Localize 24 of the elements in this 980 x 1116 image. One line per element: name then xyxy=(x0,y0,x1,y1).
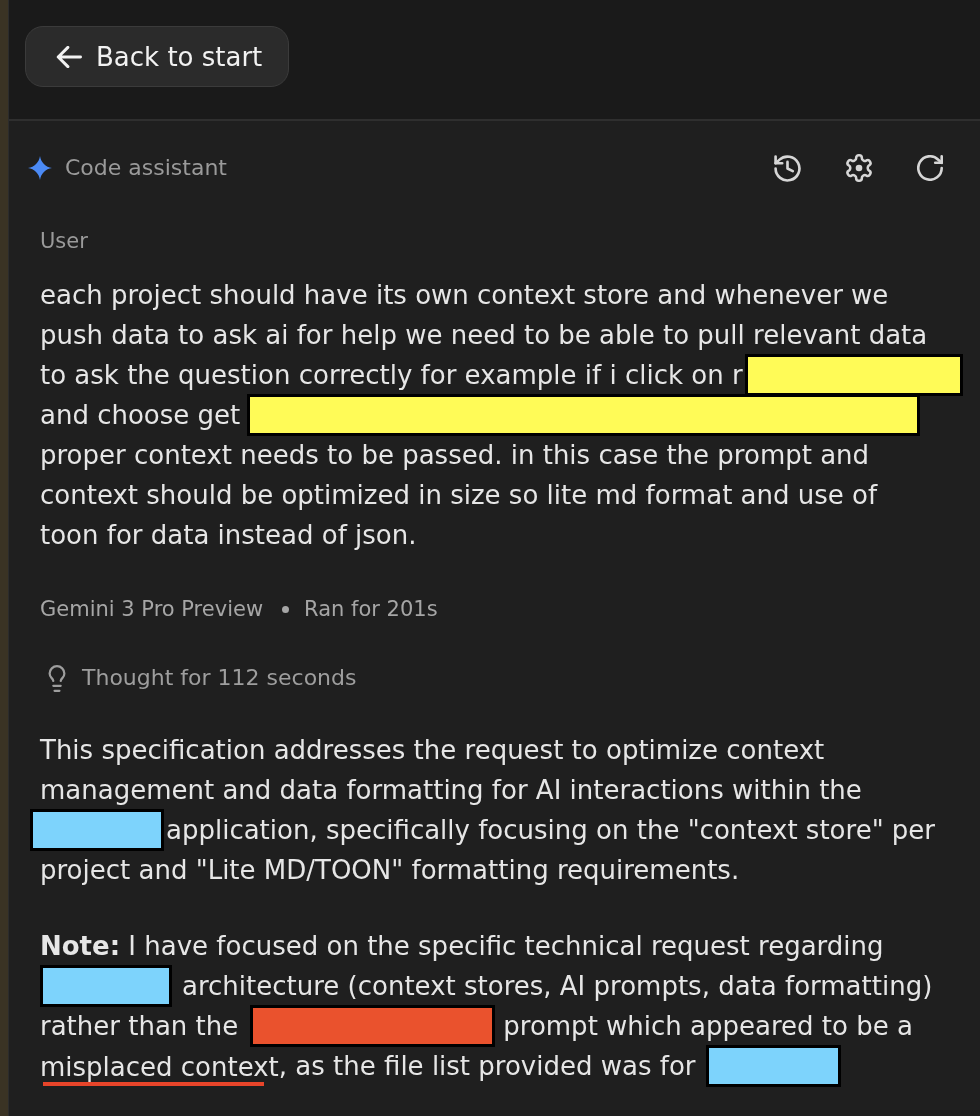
author-label: User xyxy=(40,228,88,255)
message-text: to ask the question correctly for example if i click on r xyxy=(40,359,743,392)
arrow-left-icon xyxy=(56,45,82,68)
history-icon[interactable] xyxy=(774,154,801,182)
message-text: proper context needs to be passed. in this case the prompt and context should be optimized in size so lite md format and use of toon for data instead of json. xyxy=(40,439,879,552)
settings-icon[interactable] xyxy=(845,154,873,182)
model-name: Gemini 3 Pro Preview xyxy=(40,596,264,623)
message-text: prompt which appeared to be a xyxy=(503,1010,913,1043)
message-text: rather than the xyxy=(40,1010,239,1043)
message-text: project and "Lite MD/TOON" formatting requirements. xyxy=(40,854,740,887)
message-text: , as the file list provided was for xyxy=(278,1050,696,1083)
lightbulb-icon xyxy=(47,664,67,692)
message-text: architecture (context stores, AI prompts, data formatting) xyxy=(182,970,933,1003)
message-text: misplaced context xyxy=(40,1051,279,1082)
sparkle-icon xyxy=(28,156,52,180)
message-text: and choose get xyxy=(40,399,241,432)
separator-dot-icon xyxy=(282,605,290,613)
refresh-icon[interactable] xyxy=(917,155,943,181)
thoughts-toggle[interactable]: Thought for 112 seconds xyxy=(40,664,357,692)
back-button[interactable]: Back to start xyxy=(25,26,290,87)
assistant-title: Code assistant xyxy=(65,154,227,182)
message-text: Note: I have focused on the specific technical request regarding xyxy=(40,930,884,963)
message-text: application, specifically focusing on the "context store" per xyxy=(166,814,936,847)
run-time: Ran for 201s xyxy=(304,596,438,623)
